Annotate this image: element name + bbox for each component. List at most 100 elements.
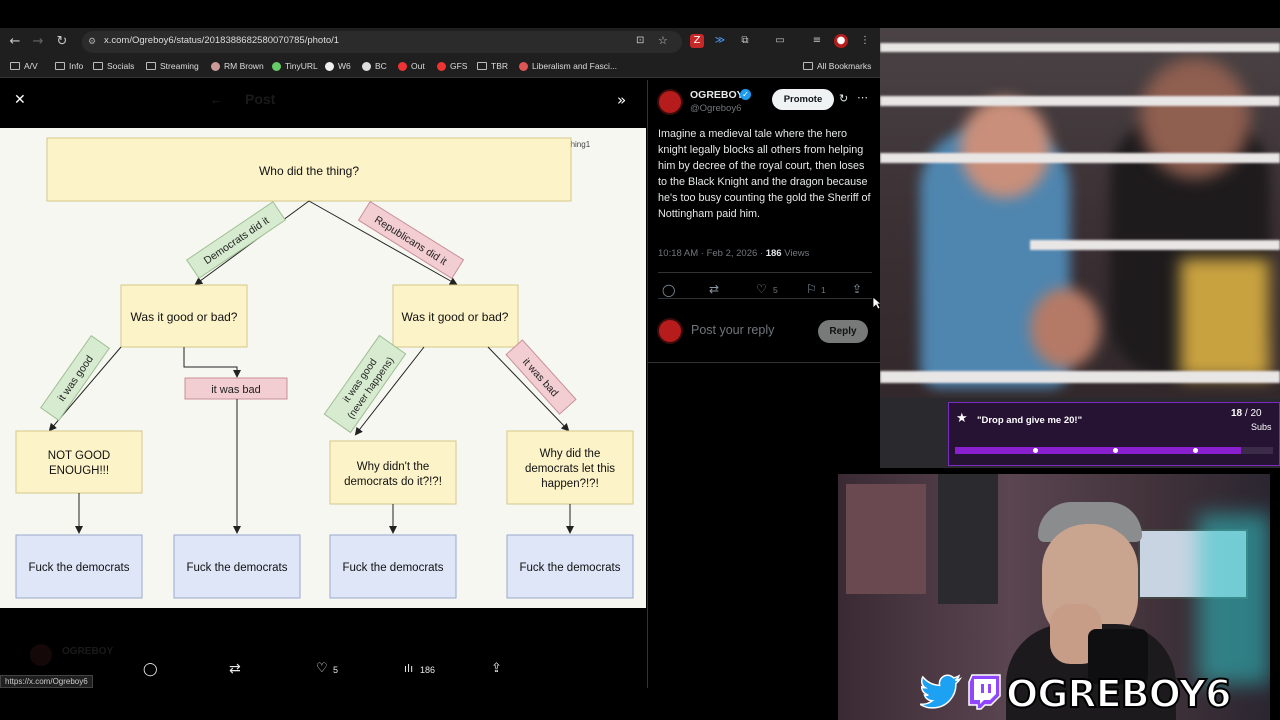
bookmark-item[interactable]: GFS <box>437 61 467 71</box>
goal-star-icon: ★ <box>956 411 968 426</box>
author-name[interactable]: OGREBOY <box>690 89 744 101</box>
goal-marker <box>1193 448 1198 453</box>
final-text-4: Fuck the democrats <box>520 562 621 574</box>
bookmark-item[interactable]: A/V <box>10 61 38 71</box>
profile-avatar[interactable]: ● <box>834 34 848 48</box>
favicon-icon <box>325 61 334 71</box>
reload-icon[interactable]: ↻ <box>54 34 70 50</box>
root-text: Who did the thing? <box>259 164 359 178</box>
reply-input[interactable]: Post your reply <box>691 323 774 337</box>
like-icon[interactable]: ♡ <box>756 282 767 296</box>
extension-red-icon[interactable]: Z <box>690 34 704 48</box>
like-count: 5 <box>333 665 339 675</box>
status-url-tooltip: https://x.com/Ogreboy6 <box>0 675 93 688</box>
wall-figure <box>938 474 998 604</box>
verified-badge-icon: ✓ <box>740 89 751 100</box>
reply-icon[interactable]: ◯ <box>662 283 675 297</box>
views-icon[interactable]: ılı <box>404 662 413 675</box>
tag-right-good: it was good (never happens) <box>323 334 407 434</box>
question-left-text: Was it good or bad? <box>131 310 238 324</box>
author-avatar[interactable] <box>657 89 683 115</box>
goal-count: 18 / 20 <box>1231 408 1262 419</box>
site-info-icon[interactable]: ⚙ <box>88 36 96 47</box>
repost-icon[interactable]: ⇄ <box>229 661 241 677</box>
folder-icon <box>55 62 65 70</box>
goal-marker <box>1113 448 1118 453</box>
bookmark-item[interactable]: Liberalism and Fasci... <box>519 61 617 71</box>
grok-icon[interactable]: ↻ <box>839 92 848 105</box>
goal-total: / 20 <box>1242 408 1262 419</box>
crowd-sign <box>1180 258 1270 378</box>
photo-action-bar: ◯ ⇄ ♡ 5 ılı 186 ⇪ <box>0 656 646 688</box>
bookmark-item[interactable]: TBR <box>477 61 508 71</box>
bookmark-item[interactable]: TinyURL <box>272 61 318 71</box>
goal-marker <box>1033 448 1038 453</box>
folder-icon <box>10 62 20 70</box>
menu-icon[interactable]: ⋮ <box>858 34 872 48</box>
media-icon[interactable]: ≡ <box>810 34 824 48</box>
promote-button[interactable]: Promote <box>772 89 834 110</box>
post-meta: 10:18 AM · Feb 2, 2026 · 186 Views <box>658 248 809 259</box>
extension-blue-icon[interactable]: ≫ <box>713 34 727 48</box>
final-text-1: Fuck the democrats <box>29 562 130 574</box>
all-bookmarks[interactable]: All Bookmarks <box>803 61 871 71</box>
folder-icon <box>803 62 813 70</box>
like-icon[interactable]: ♡ <box>316 661 328 676</box>
favicon-icon <box>519 61 528 71</box>
outcome-3-line-2: democrats do it?!?! <box>344 476 442 488</box>
goal-progress-fill <box>955 447 1242 454</box>
author-handle[interactable]: @Ogreboy6 <box>690 103 741 114</box>
bookmark-item[interactable]: Info <box>55 61 83 71</box>
reply-icon[interactable]: ◯ <box>143 662 158 677</box>
post-views-label: Views <box>781 248 810 259</box>
more-icon[interactable]: ⋯ <box>857 91 868 104</box>
repost-icon[interactable]: ⇄ <box>709 282 719 296</box>
outcome-4-line-2: democrats let this <box>525 463 615 475</box>
bookmark-count: 1 <box>821 285 826 295</box>
channel-name: OGREBOY6 <box>1005 671 1233 717</box>
address-bar[interactable]: ⚙ x.com/Ogreboy6/status/2018388682580070… <box>82 31 682 53</box>
bookmark-item[interactable]: Socials <box>93 61 134 71</box>
twitch-logo-icon <box>968 674 1001 710</box>
folder-icon <box>146 62 156 70</box>
youtube-icon <box>437 61 446 71</box>
install-icon[interactable]: ⊡ <box>636 35 644 46</box>
bookmark-item[interactable]: BC <box>362 61 387 71</box>
ring-rope <box>880 96 1280 106</box>
bookmark-item[interactable]: RM Brown <box>211 61 264 71</box>
window-top-strip <box>0 0 880 28</box>
bookmark-item[interactable]: W6 <box>325 61 351 71</box>
outcome-4-line-3: happen?!?! <box>541 478 599 490</box>
goal-title: "Drop and give me 20!" <box>977 415 1083 426</box>
my-avatar <box>657 318 683 344</box>
crowd-face <box>960 98 1050 198</box>
bookmark-item[interactable]: Out <box>398 61 425 71</box>
favicon-icon <box>272 61 281 71</box>
folder-icon <box>93 62 103 70</box>
collapse-panel-icon[interactable]: » <box>617 91 626 109</box>
share-icon[interactable]: ⇪ <box>491 661 502 676</box>
tag-left-bad-text: it was bad <box>211 384 261 396</box>
bookmark-item[interactable]: Streaming <box>146 61 199 71</box>
url-text: x.com/Ogreboy6/status/201838868258007078… <box>104 35 340 46</box>
reply-button[interactable]: Reply <box>818 320 868 343</box>
bookmark-star-icon[interactable]: ☆ <box>658 34 668 47</box>
tag-democrats-did-it: Democrats did it <box>186 201 286 279</box>
bg-post-header: Post <box>245 91 276 107</box>
tag-left-good: it was good <box>40 334 110 422</box>
share-icon[interactable]: ⇪ <box>852 282 862 296</box>
bookmark-icon[interactable]: ⚐ <box>806 282 817 296</box>
forward-icon[interactable]: → <box>30 34 46 50</box>
favicon-icon <box>211 61 220 71</box>
divider <box>658 272 872 273</box>
cast-icon[interactable]: ▭ <box>773 34 787 48</box>
post-photo[interactable]: @KnowN0thing1 Who did the thing? Democra… <box>0 128 646 608</box>
close-icon[interactable]: ✕ <box>14 92 26 108</box>
arrow-left-bad <box>183 347 241 378</box>
youtube-icon <box>398 61 407 71</box>
svg-text:Republicans did it: Republicans did it <box>372 214 449 268</box>
post-time: 10:18 AM · Feb 2, 2026 · <box>658 248 766 259</box>
goal-current: 18 <box>1231 408 1243 419</box>
extensions-icon[interactable]: ⧉ <box>738 34 752 48</box>
back-icon[interactable]: ← <box>7 34 23 50</box>
